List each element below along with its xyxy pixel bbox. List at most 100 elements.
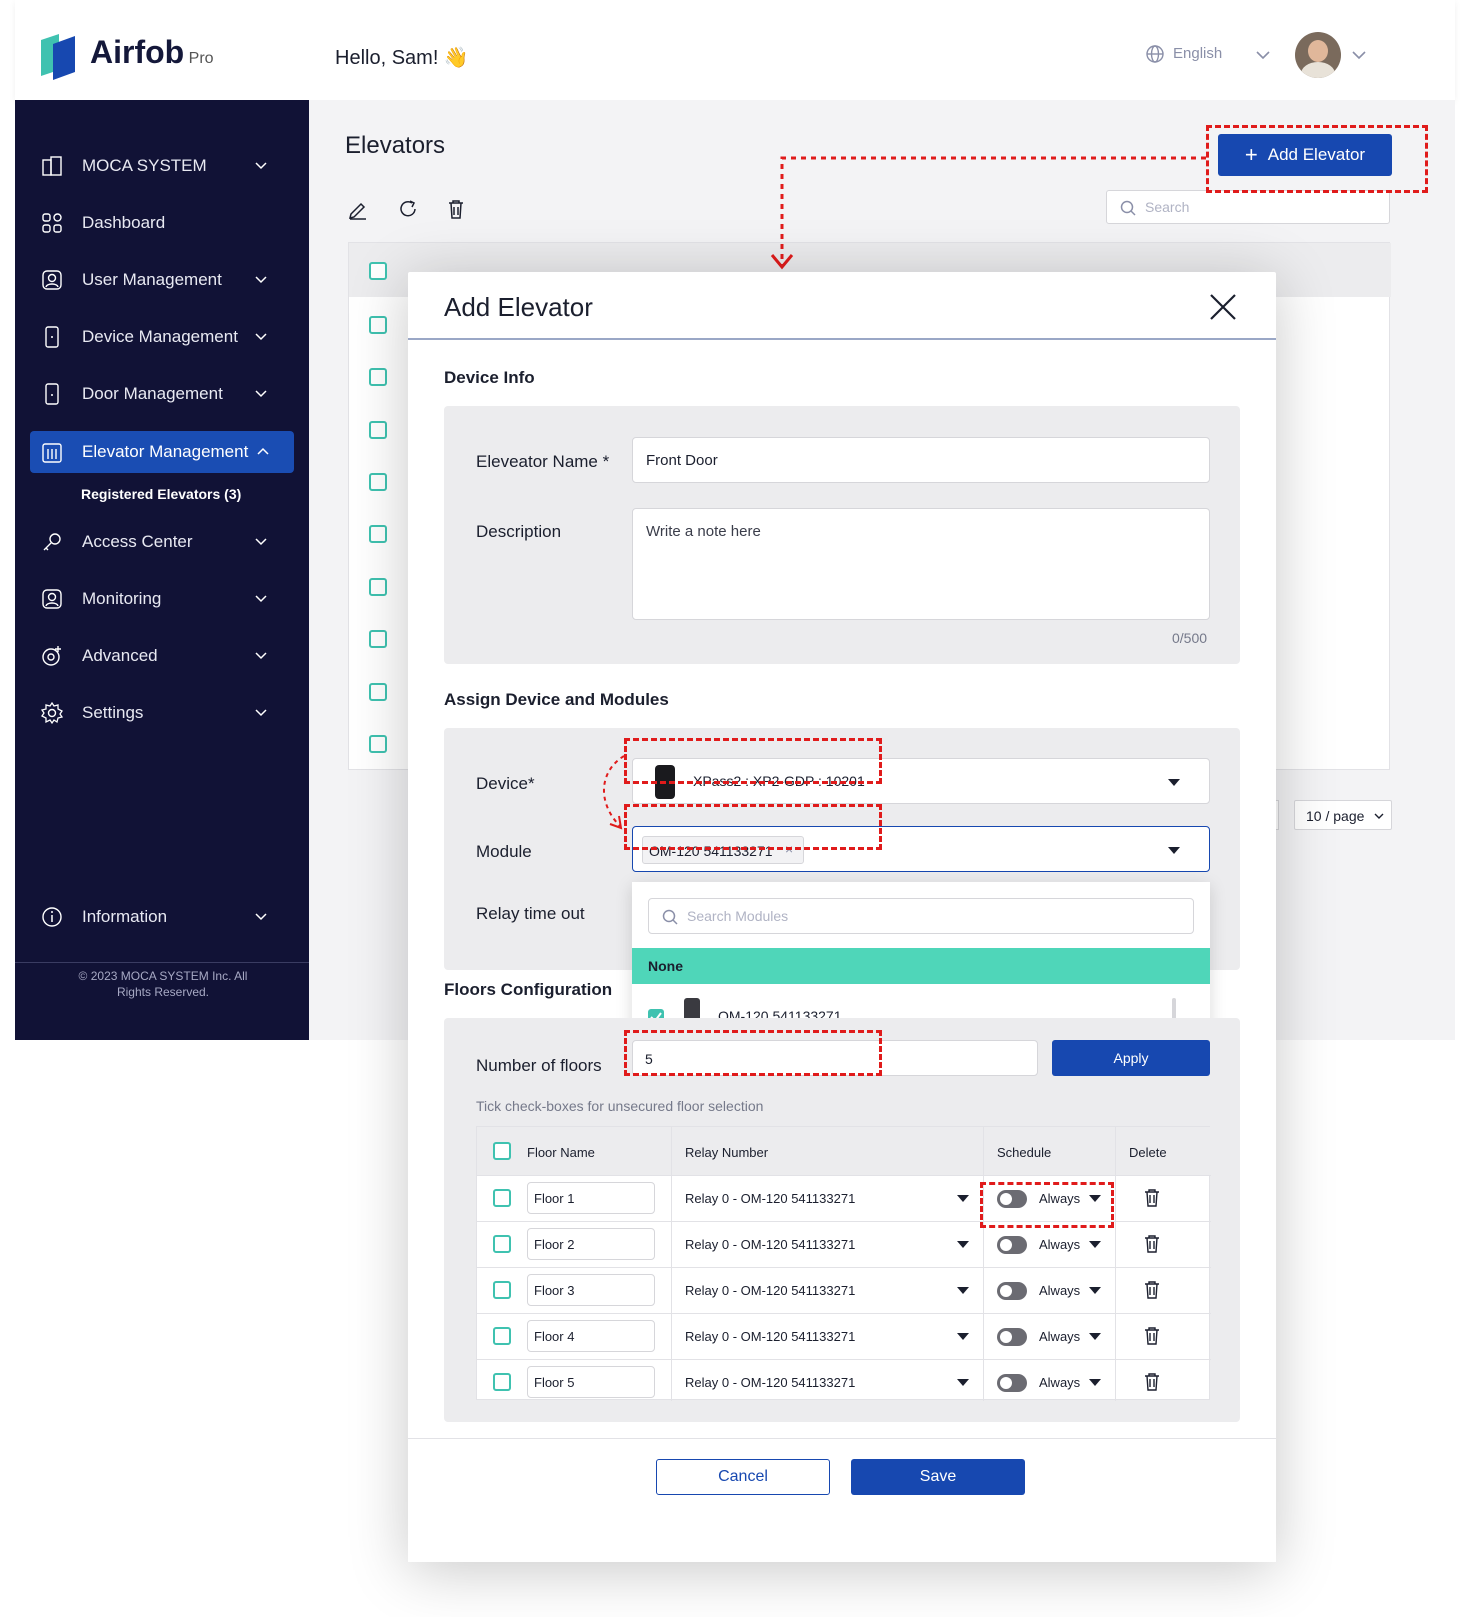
globe-icon (1146, 45, 1164, 63)
schedule-select[interactable]: Always (1039, 1329, 1080, 1344)
description-textarea[interactable]: Write a note here (632, 508, 1210, 620)
avatar[interactable] (1295, 32, 1341, 78)
relay-number-select[interactable]: Relay 0 - OM-120 541133271 (685, 1283, 855, 1298)
sidebar-item-label: Advanced (82, 646, 158, 665)
row-checkbox[interactable] (369, 421, 387, 439)
relay-number-select[interactable]: Relay 0 - OM-120 541133271 (685, 1329, 855, 1344)
floors-hint: Tick check-boxes for unsecured floor sel… (476, 1098, 764, 1114)
section-device-info: Device Info (444, 368, 535, 387)
close-icon[interactable] (1208, 292, 1238, 322)
search-icon (662, 909, 678, 925)
sidebar-item-elevator-management[interactable]: Elevator Management (30, 431, 294, 473)
sidebar-item-monitoring[interactable]: Monitoring (30, 577, 294, 621)
floor-name-value: Floor 5 (534, 1375, 575, 1390)
schedule-select[interactable]: Always (1039, 1283, 1080, 1298)
chevron-down-icon (255, 913, 267, 921)
sidebar-item-label: MOCA SYSTEM (82, 156, 207, 175)
sidebar-item-user-management[interactable]: User Management (30, 258, 294, 302)
relay-timeout-label: Relay time out (476, 904, 585, 923)
floor-checkbox[interactable] (493, 1189, 511, 1207)
relay-number-select[interactable]: Relay 0 - OM-120 541133271 (685, 1237, 855, 1252)
elevator-icon (42, 443, 62, 463)
floor-checkbox[interactable] (493, 1281, 511, 1299)
trash-icon[interactable] (1143, 1234, 1161, 1254)
chevron-down-icon[interactable] (1255, 47, 1271, 63)
option-none[interactable]: None (632, 948, 1210, 984)
chevron-down-icon (255, 276, 267, 284)
trash-icon[interactable] (445, 198, 467, 220)
row-checkbox[interactable] (369, 630, 387, 648)
trash-icon[interactable] (1143, 1372, 1161, 1392)
dropdown-arrow-icon (1168, 779, 1180, 786)
row-checkbox[interactable] (369, 368, 387, 386)
floor-checkbox[interactable] (493, 1327, 511, 1345)
floor-name-input[interactable]: Floor 3 (527, 1274, 655, 1306)
sidebar-item-door-management[interactable]: Door Management (30, 372, 294, 416)
chevron-down-icon (255, 333, 267, 341)
refresh-icon[interactable] (397, 198, 419, 220)
brand-suffix: Pro (188, 50, 214, 67)
schedule-select[interactable]: Always (1039, 1375, 1080, 1390)
floor-name-input[interactable]: Floor 5 (527, 1366, 655, 1398)
sidebar-item-dashboard[interactable]: Dashboard (30, 201, 294, 245)
schedule-toggle[interactable] (997, 1374, 1027, 1392)
chevron-down-icon (255, 652, 267, 660)
row-checkbox[interactable] (369, 316, 387, 334)
monitor-icon (42, 589, 62, 609)
floor-checkbox[interactable] (493, 1235, 511, 1253)
highlight-floors-count (624, 1030, 882, 1076)
save-button[interactable]: Save (851, 1459, 1025, 1495)
floors-count-label: Number of floors (476, 1056, 602, 1075)
chevron-up-icon (257, 447, 269, 455)
language-select[interactable]: English (1173, 45, 1222, 62)
sidebar-item-label: Information (82, 907, 168, 926)
schedule-toggle[interactable] (997, 1282, 1027, 1300)
sidebar-item-advanced[interactable]: Advanced (30, 634, 294, 678)
elevator-name-input[interactable]: Front Door (632, 437, 1210, 483)
dropdown-arrow-icon (957, 1287, 969, 1294)
relay-number-select[interactable]: Relay 0 - OM-120 541133271 (685, 1375, 855, 1390)
table-row: Floor 4 Relay 0 - OM-120 541133271 Alway… (477, 1313, 1211, 1359)
select-all-floors-checkbox[interactable] (493, 1142, 511, 1160)
row-checkbox[interactable] (369, 473, 387, 491)
building-icon (42, 156, 62, 176)
row-checkbox[interactable] (369, 525, 387, 543)
floor-name-input[interactable]: Floor 2 (527, 1228, 655, 1260)
chevron-down-icon[interactable] (1351, 47, 1367, 63)
highlight-device (624, 738, 882, 784)
module-search-input[interactable]: Search Modules (648, 898, 1194, 934)
row-checkbox[interactable] (369, 735, 387, 753)
relay-number-select[interactable]: Relay 0 - OM-120 541133271 (685, 1191, 855, 1206)
row-checkbox[interactable] (369, 578, 387, 596)
floor-name-value: Floor 2 (534, 1237, 575, 1252)
trash-icon[interactable] (1143, 1280, 1161, 1300)
page-size-select[interactable]: 10 / page (1294, 800, 1392, 830)
floor-checkbox[interactable] (493, 1373, 511, 1391)
edit-icon[interactable] (347, 198, 369, 220)
sidebar-item-access-center[interactable]: Access Center (30, 520, 294, 564)
sidebar-subitem-registered-elevators[interactable]: Registered Elevators (3) (81, 486, 241, 502)
cancel-label: Cancel (718, 1468, 768, 1485)
floor-name-input[interactable]: Floor 4 (527, 1320, 655, 1352)
cancel-button[interactable]: Cancel (656, 1459, 830, 1495)
floor-name-value: Floor 3 (534, 1283, 575, 1298)
floor-name-input[interactable]: Floor 1 (527, 1182, 655, 1214)
description-label: Description (476, 522, 562, 541)
chevron-down-icon (1374, 813, 1384, 819)
sidebar-item-information[interactable]: Information (30, 895, 294, 939)
trash-icon[interactable] (1143, 1188, 1161, 1208)
advanced-icon (42, 646, 61, 666)
sidebar-item-settings[interactable]: Settings (30, 691, 294, 735)
apply-label: Apply (1113, 1050, 1149, 1066)
col-floor-name: Floor Name (527, 1145, 595, 1160)
dropdown-arrow-icon (1168, 847, 1180, 854)
trash-icon[interactable] (1143, 1326, 1161, 1346)
schedule-toggle[interactable] (997, 1236, 1027, 1254)
sidebar-item-device-management[interactable]: Device Management (30, 315, 294, 359)
apply-button[interactable]: Apply (1052, 1040, 1210, 1076)
select-all-checkbox[interactable] (369, 262, 387, 280)
row-checkbox[interactable] (369, 683, 387, 701)
schedule-select[interactable]: Always (1039, 1237, 1080, 1252)
schedule-toggle[interactable] (997, 1328, 1027, 1346)
sidebar-item-moca-system[interactable]: MOCA SYSTEM (30, 144, 294, 188)
